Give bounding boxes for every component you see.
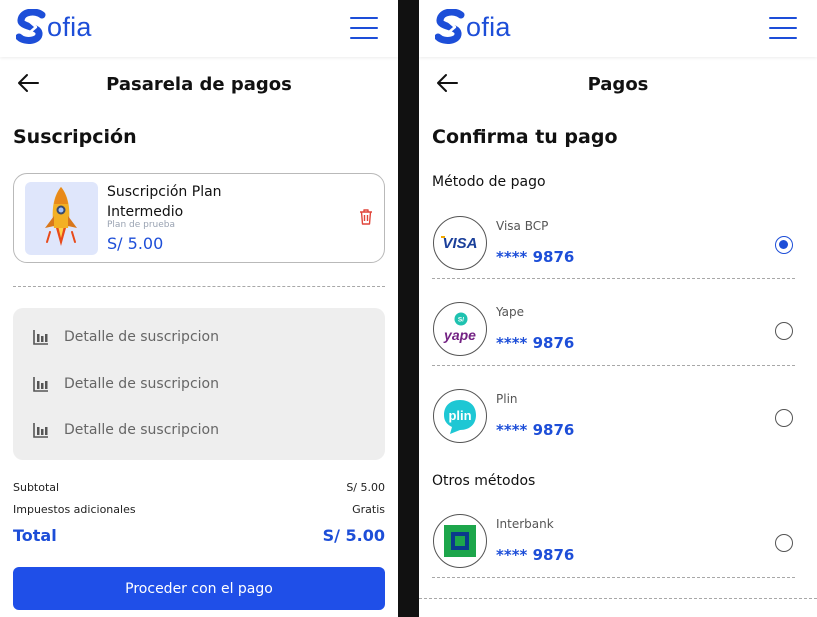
taxes-value: Gratis bbox=[352, 503, 385, 516]
plan-name: Suscripción Plan Intermedio bbox=[107, 184, 222, 220]
method-name: Plin bbox=[496, 392, 518, 406]
other-methods-label: Otros métodos bbox=[432, 473, 536, 489]
method-name: Yape bbox=[496, 305, 525, 319]
subscription-card: Suscripción Plan Intermedio Plan de prue… bbox=[13, 173, 385, 263]
method-name: Interbank bbox=[496, 517, 554, 531]
interbank-logo-icon bbox=[433, 514, 487, 568]
payment-method-plin[interactable]: plin Plin **** 9876 bbox=[432, 387, 804, 457]
bar-chart-icon bbox=[33, 330, 48, 345]
bar-chart-icon bbox=[33, 423, 48, 438]
payment-method-yape[interactable]: S/ yape Yape **** 9876 bbox=[432, 300, 804, 370]
section-title: Confirma tu pago bbox=[432, 126, 618, 148]
hamburger-menu-icon[interactable] bbox=[769, 17, 797, 39]
page-title: Pasarela de pagos bbox=[106, 74, 292, 95]
svg-text:plin: plin bbox=[448, 408, 471, 423]
yape-logo-icon: S/ yape bbox=[433, 302, 487, 356]
svg-text:yape: yape bbox=[443, 327, 476, 343]
bar-chart-icon bbox=[33, 377, 48, 392]
subtotal-row: Subtotal S/ 5.00 bbox=[13, 481, 385, 494]
detail-row[interactable]: Detalle de suscripcion bbox=[32, 374, 219, 394]
card-number: **** 9876 bbox=[496, 421, 575, 439]
taxes-label: Impuestos adicionales bbox=[13, 503, 136, 516]
hamburger-menu-icon[interactable] bbox=[350, 17, 378, 39]
payment-method-interbank[interactable]: Interbank **** 9876 bbox=[432, 512, 804, 582]
section-title: Suscripción bbox=[13, 126, 137, 148]
total-row: Total S/ 5.00 bbox=[13, 526, 385, 545]
payment-method-label: Método de pago bbox=[432, 174, 546, 190]
sofia-logo[interactable]: ofia bbox=[16, 9, 92, 45]
card-number: **** 9876 bbox=[496, 248, 575, 266]
divider bbox=[419, 598, 817, 599]
total-value: S/ 5.00 bbox=[322, 526, 385, 545]
divider bbox=[432, 278, 795, 279]
trash-icon[interactable] bbox=[358, 208, 374, 226]
detail-label: Detalle de suscripcion bbox=[64, 422, 219, 438]
logo-text: ofia bbox=[466, 11, 511, 42]
detail-label: Detalle de suscripcion bbox=[64, 329, 219, 345]
total-label: Total bbox=[13, 526, 57, 545]
taxes-row: Impuestos adicionales Gratis bbox=[13, 503, 385, 516]
page-title: Pagos bbox=[587, 74, 649, 95]
plan-price: S/ 5.00 bbox=[107, 234, 164, 253]
method-name: Visa BCP bbox=[496, 219, 549, 233]
detail-label: Detalle de suscripcion bbox=[64, 376, 219, 392]
page-header: Pasarela de pagos bbox=[0, 64, 398, 104]
detail-row[interactable]: Detalle de suscripcion bbox=[32, 420, 219, 440]
proceed-payment-button[interactable]: Proceder con el pago bbox=[13, 567, 385, 610]
radio-button[interactable] bbox=[775, 534, 793, 552]
page-header: Pagos bbox=[419, 64, 817, 104]
radio-button[interactable] bbox=[775, 322, 793, 340]
svg-text:S/: S/ bbox=[458, 317, 464, 324]
svg-text:VISA: VISA bbox=[442, 235, 477, 252]
divider bbox=[13, 286, 385, 287]
app-bar: ofia bbox=[0, 0, 398, 57]
plan-subtitle: Plan de prueba bbox=[107, 220, 176, 230]
radio-button[interactable] bbox=[775, 409, 793, 427]
payments-screen: ofia Pagos Confirma tu pago Método de pa… bbox=[419, 0, 817, 617]
plin-logo-icon: plin bbox=[433, 389, 487, 443]
sofia-logo[interactable]: ofia bbox=[435, 9, 511, 45]
radio-button[interactable] bbox=[775, 236, 793, 254]
divider bbox=[432, 365, 795, 366]
detail-row[interactable]: Detalle de suscripcion bbox=[32, 327, 219, 347]
subscription-details: Detalle de suscripcion Detalle de suscri… bbox=[13, 308, 385, 460]
payment-method-visa[interactable]: VISA Visa BCP **** 9876 bbox=[432, 214, 804, 284]
rocket-image bbox=[25, 182, 98, 255]
visa-logo-icon: VISA bbox=[433, 216, 487, 270]
subtotal-label: Subtotal bbox=[13, 481, 60, 494]
app-bar: ofia bbox=[419, 0, 817, 57]
card-number: **** 9876 bbox=[496, 334, 575, 352]
logo-text: ofia bbox=[47, 11, 92, 42]
sofia-s-logo-icon bbox=[16, 9, 46, 44]
subtotal-value: S/ 5.00 bbox=[346, 481, 385, 494]
payment-gateway-screen: ofia Pasarela de pagos Suscripción Suscr… bbox=[0, 0, 398, 617]
card-number: **** 9876 bbox=[496, 546, 575, 564]
sofia-s-logo-icon bbox=[435, 9, 465, 44]
rocket-icon bbox=[45, 187, 77, 246]
divider bbox=[432, 577, 795, 578]
